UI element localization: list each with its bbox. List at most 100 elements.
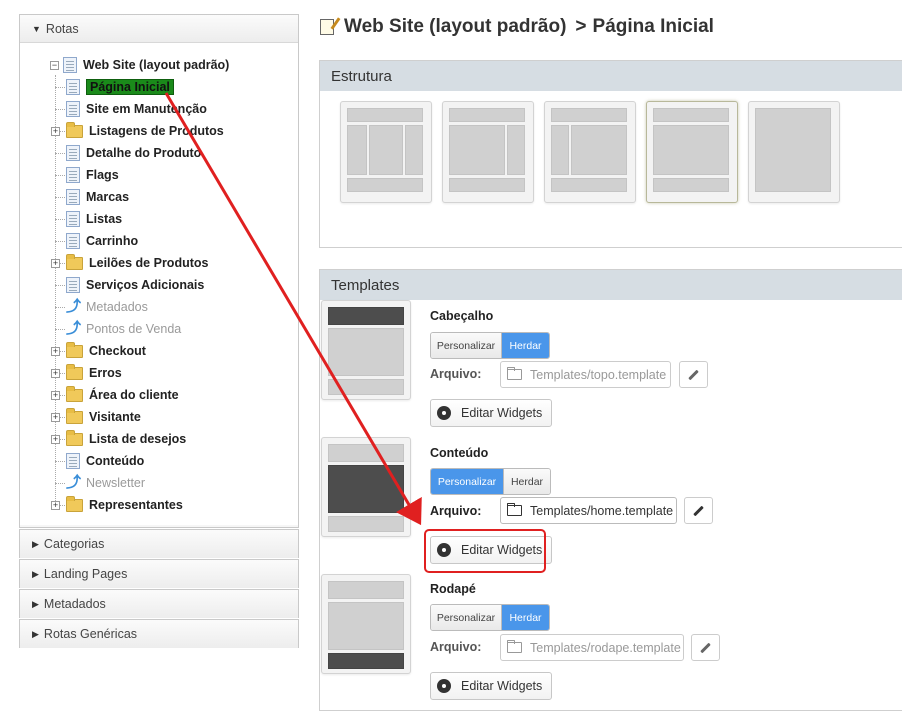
tree-item[interactable]: Flags bbox=[66, 165, 119, 185]
header-template-preview bbox=[321, 300, 411, 400]
tree-item[interactable]: Visitante bbox=[66, 407, 141, 427]
file-field-rodape[interactable]: Templates/rodape.template bbox=[500, 634, 684, 661]
expand-icon[interactable]: + bbox=[51, 127, 60, 136]
expand-icon[interactable]: + bbox=[51, 259, 60, 268]
tree-item[interactable]: Erros bbox=[66, 363, 122, 383]
tree-root[interactable]: − Web Site (layout padrão) bbox=[50, 55, 229, 75]
triangle-right-icon: ▶ bbox=[32, 568, 39, 579]
folder-icon bbox=[66, 385, 83, 402]
herdar-option[interactable]: Herdar bbox=[501, 605, 549, 630]
layout-option-4[interactable] bbox=[646, 101, 738, 203]
expand-icon[interactable]: + bbox=[51, 347, 60, 356]
tree-item[interactable]: Representantes bbox=[66, 495, 183, 515]
edit-file-button-rodape[interactable] bbox=[691, 634, 720, 661]
tree-label: Marcas bbox=[86, 190, 130, 204]
expand-icon[interactable]: + bbox=[51, 391, 60, 400]
accordion-header-rotas[interactable]: ▼ Rotas bbox=[20, 15, 298, 43]
edit-widgets-button-rodape[interactable]: Editar Widgets bbox=[430, 672, 553, 700]
tree-item[interactable]: Marcas bbox=[66, 187, 129, 207]
file-field-cabecalho[interactable]: Templates/topo.template bbox=[500, 361, 671, 388]
herdar-option[interactable]: Herdar bbox=[503, 469, 550, 494]
pencil-icon bbox=[693, 505, 704, 516]
page-icon bbox=[66, 453, 80, 469]
page-icon bbox=[63, 57, 77, 73]
edit-file-button-conteudo[interactable] bbox=[684, 497, 713, 524]
file-path: Templates/home.template bbox=[530, 503, 674, 518]
breadcrumb-root: Web Site (layout padrão) bbox=[344, 16, 567, 37]
footer-template-preview bbox=[321, 574, 411, 674]
page-title: Web Site (layout padrão) > Página Inicia… bbox=[320, 16, 714, 38]
breadcrumb-separator: > bbox=[575, 16, 587, 37]
personalizar-option[interactable]: Personalizar bbox=[431, 333, 501, 358]
tree-item[interactable]: Leilões de Produtos bbox=[66, 253, 208, 273]
tree-label: Representantes bbox=[89, 498, 183, 512]
tree-item[interactable]: Área do cliente bbox=[66, 385, 179, 405]
tree-item[interactable]: Listagens de Produtos bbox=[66, 121, 224, 141]
tree-item[interactable]: Site em Manutenção bbox=[66, 99, 207, 119]
accordion-label: Categorias bbox=[43, 537, 105, 551]
arrow-up-icon: ⤴ bbox=[66, 298, 82, 315]
edit-file-button-cabecalho[interactable] bbox=[679, 361, 708, 388]
tree-label: Visitante bbox=[89, 410, 141, 424]
pencil-icon bbox=[700, 642, 711, 653]
personalizar-option[interactable]: Personalizar bbox=[431, 605, 501, 630]
mode-toggle-rodape: Personalizar Herdar bbox=[430, 604, 550, 631]
page-icon bbox=[66, 211, 80, 227]
personalizar-option[interactable]: Personalizar bbox=[431, 469, 503, 494]
tree-label: Detalhe do Produto bbox=[86, 146, 202, 160]
tree-label: Carrinho bbox=[86, 234, 139, 248]
accordion-landing-pages: ▶ Landing Pages bbox=[19, 559, 299, 588]
collapse-icon[interactable]: − bbox=[50, 60, 59, 70]
arrow-up-icon: ⤴ bbox=[66, 474, 82, 491]
edit-widgets-button-cabecalho[interactable]: Editar Widgets bbox=[430, 399, 553, 427]
folder-open-icon bbox=[507, 503, 522, 516]
tree-label: Leilões de Produtos bbox=[89, 256, 209, 270]
tree-item[interactable]: ⤴ Newsletter bbox=[66, 473, 145, 493]
tree-item[interactable]: Detalhe do Produto bbox=[66, 143, 201, 163]
page-icon bbox=[66, 277, 80, 293]
accordion-header-rotas-genericas[interactable]: ▶ Rotas Genéricas bbox=[20, 620, 298, 648]
folder-icon bbox=[66, 121, 83, 138]
accordion-header-categorias[interactable]: ▶ Categorias bbox=[20, 530, 298, 558]
tree-label: Site em Manutenção bbox=[86, 102, 207, 116]
annotation-highlight-box bbox=[424, 529, 546, 573]
expand-icon[interactable]: + bbox=[51, 413, 60, 422]
accordion-header-metadados[interactable]: ▶ Metadados bbox=[20, 590, 298, 618]
file-field-conteudo[interactable]: Templates/home.template bbox=[500, 497, 677, 524]
folder-icon bbox=[66, 253, 83, 270]
herdar-option[interactable]: Herdar bbox=[501, 333, 549, 358]
tree-item[interactable]: Serviços Adicionais bbox=[66, 275, 204, 295]
accordion-header-landing-pages[interactable]: ▶ Landing Pages bbox=[20, 560, 298, 588]
tree-label: Conteúdo bbox=[86, 454, 145, 468]
layout-option-1[interactable] bbox=[340, 101, 432, 203]
tree-item[interactable]: ⤴ Metadados bbox=[66, 297, 148, 317]
tree-label: Newsletter bbox=[86, 476, 146, 490]
expand-icon[interactable]: + bbox=[51, 369, 60, 378]
tree-item[interactable]: Lista de desejos bbox=[66, 429, 186, 449]
folder-open-icon bbox=[507, 640, 522, 653]
edit-widgets-label: Editar Widgets bbox=[461, 679, 543, 693]
arquivo-label: Arquivo: bbox=[430, 504, 482, 518]
page-icon bbox=[66, 101, 80, 117]
expand-icon[interactable]: + bbox=[51, 501, 60, 510]
tree-item[interactable]: Listas bbox=[66, 209, 122, 229]
layout-option-3[interactable] bbox=[544, 101, 636, 203]
tree-label: Listas bbox=[86, 212, 123, 226]
accordion-metadados: ▶ Metadados bbox=[19, 589, 299, 618]
tree-item[interactable]: Página Inicial bbox=[66, 77, 174, 97]
tree-item[interactable]: Checkout bbox=[66, 341, 146, 361]
tree-item[interactable]: Carrinho bbox=[66, 231, 138, 251]
accordion-rotas: ▼ Rotas − Web Site (layout padrão) Página … bbox=[19, 14, 299, 528]
tree-item[interactable]: Conteúdo bbox=[66, 451, 144, 471]
layout-option-5[interactable] bbox=[748, 101, 840, 203]
tree-label: Página Inicial bbox=[86, 79, 174, 95]
accordion-label: Landing Pages bbox=[43, 567, 128, 581]
mode-toggle-cabecalho: Personalizar Herdar bbox=[430, 332, 550, 359]
expand-icon[interactable]: + bbox=[51, 435, 60, 444]
tree-label: Pontos de Venda bbox=[86, 322, 182, 336]
layout-option-2[interactable] bbox=[442, 101, 534, 203]
edit-widgets-label: Editar Widgets bbox=[461, 406, 543, 420]
tree-item[interactable]: ⤴ Pontos de Venda bbox=[66, 319, 181, 339]
accordion-label: Metadados bbox=[43, 597, 106, 611]
triangle-right-icon: ▶ bbox=[32, 538, 39, 549]
